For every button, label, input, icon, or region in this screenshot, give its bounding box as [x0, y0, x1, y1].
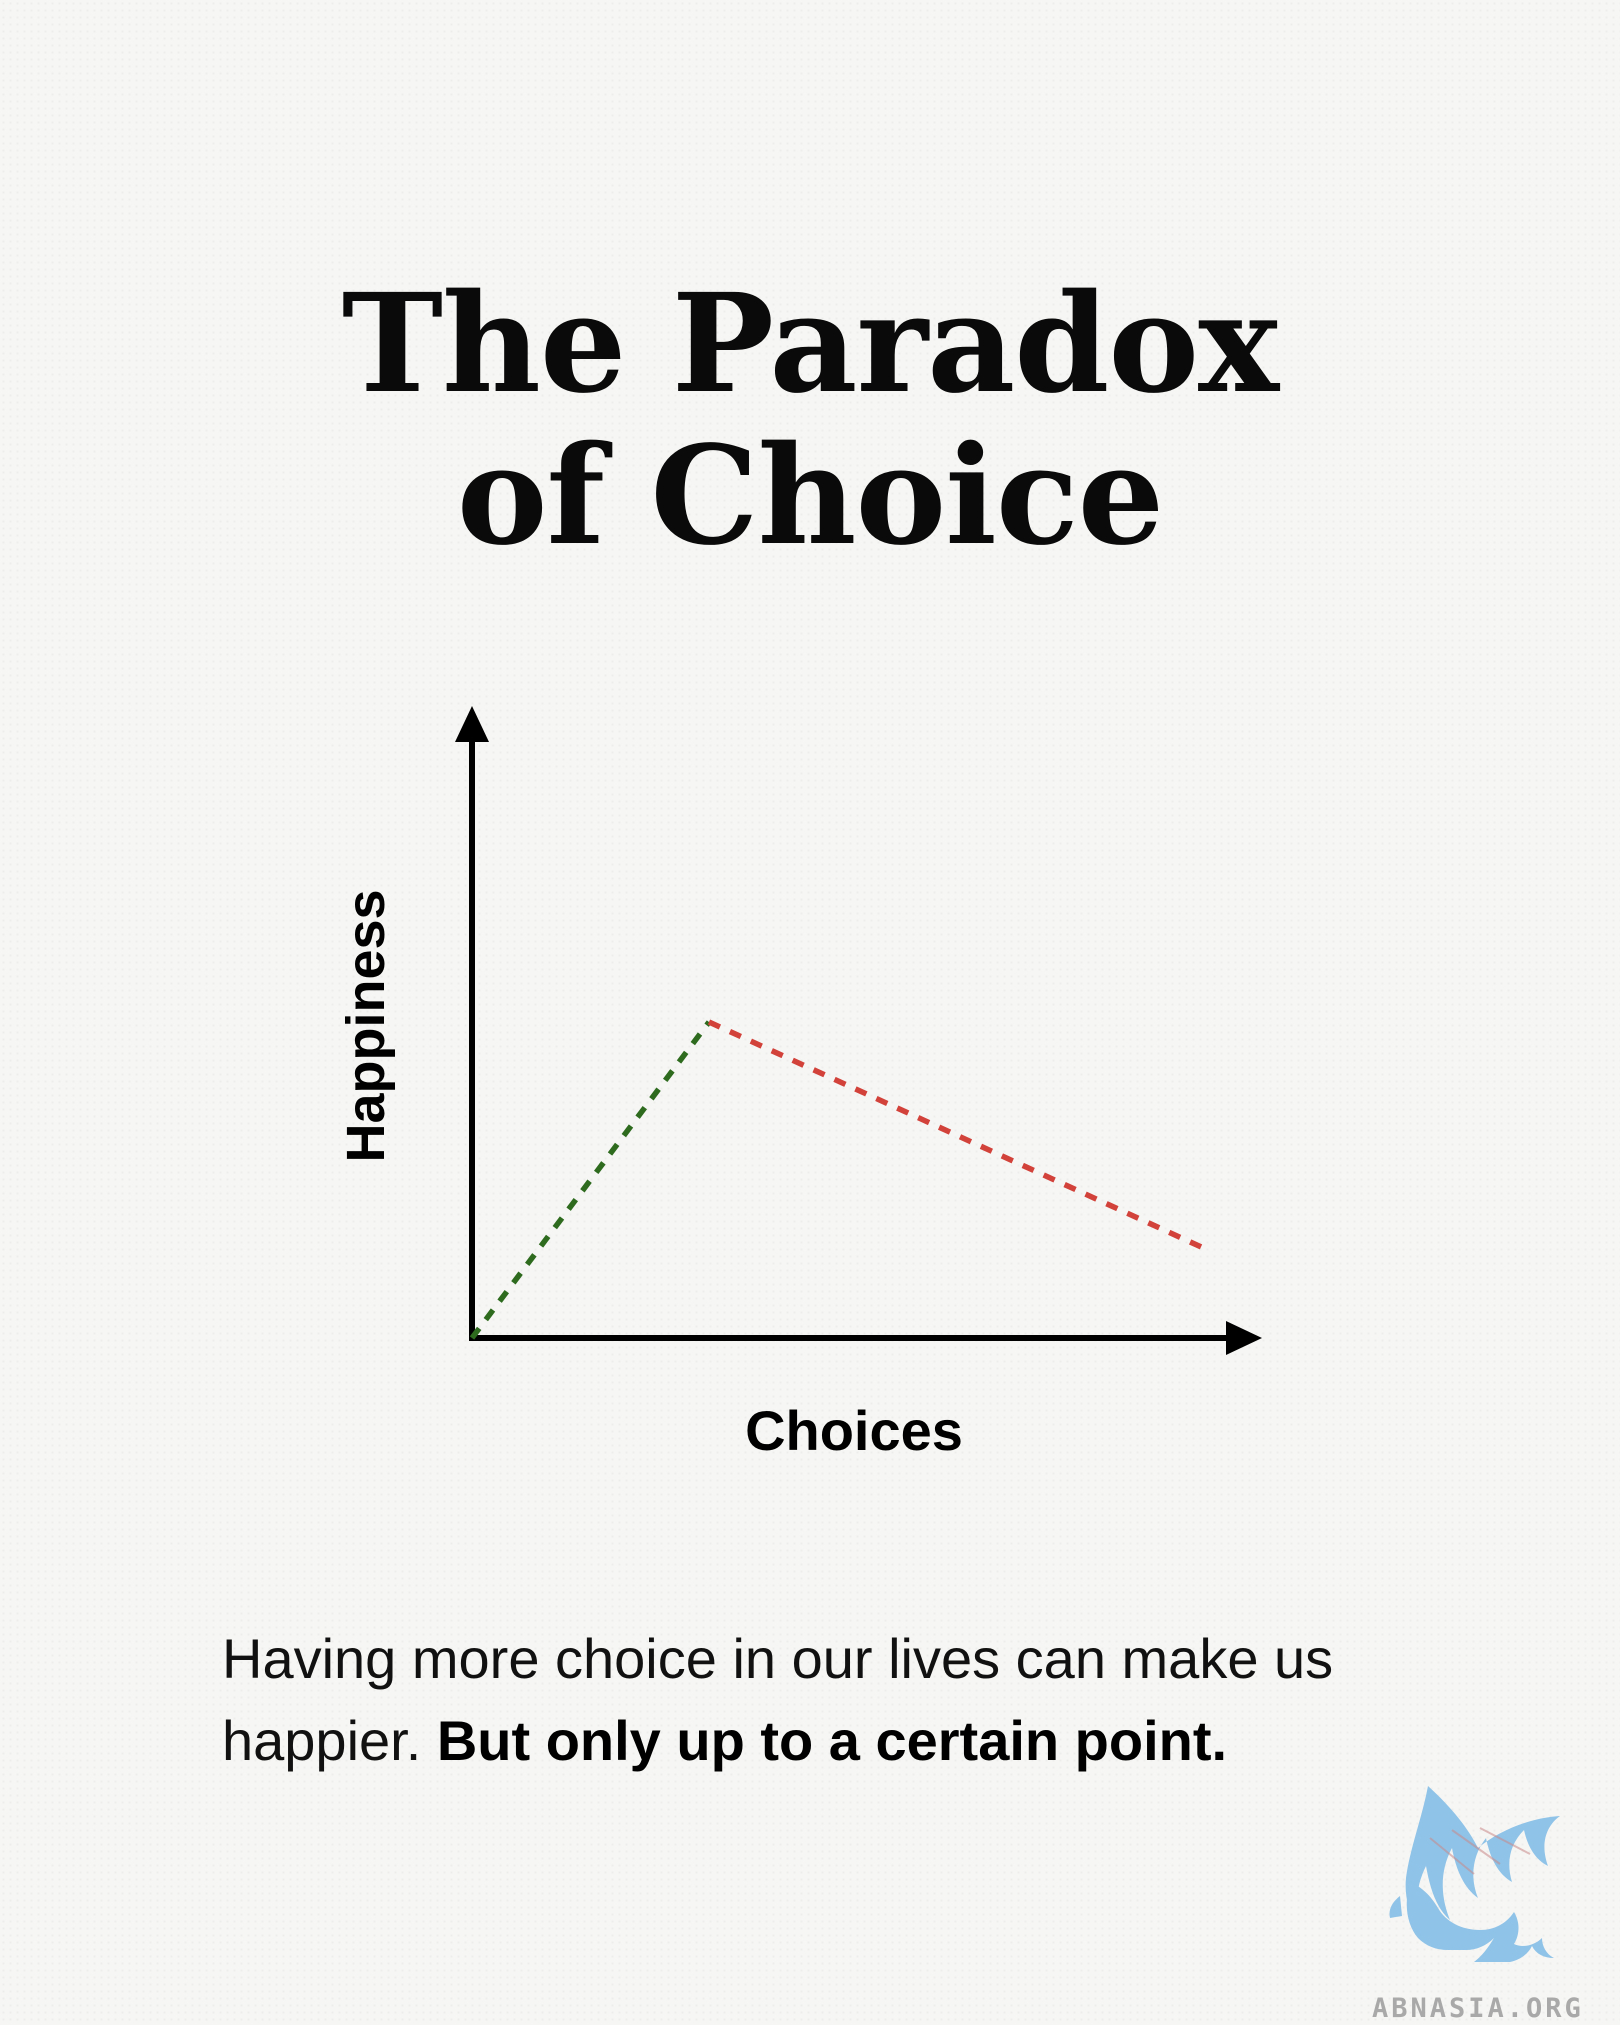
y-axis-label: Happiness	[336, 889, 396, 1163]
x-axis-label: Choices	[745, 1399, 963, 1462]
griffin-logo-icon	[1389, 1786, 1560, 1962]
caption-bold: But only up to a certain point.	[436, 1709, 1228, 1772]
caption: Having more choice in our lives can make…	[222, 1618, 1462, 1782]
series-line-2	[707, 1019, 1208, 1253]
x-axis-arrow-icon	[1226, 1321, 1262, 1355]
logo-text: ABNASIA.ORG	[1372, 1993, 1584, 2024]
series-line-1	[469, 1020, 712, 1340]
y-axis-arrow-icon	[455, 706, 489, 742]
